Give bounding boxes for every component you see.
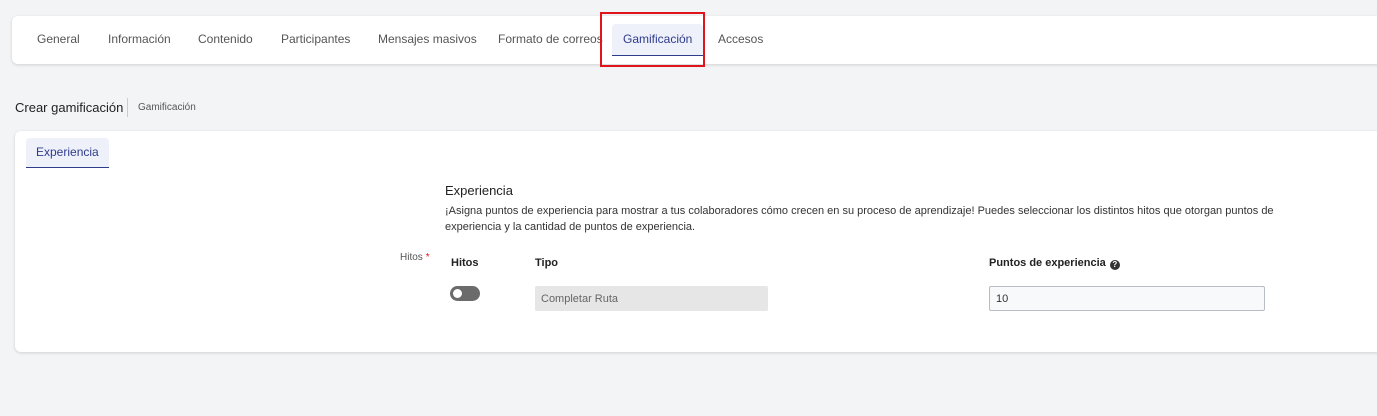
column-header-tipo: Tipo xyxy=(535,257,559,269)
puntos-header-text: Puntos de experiencia xyxy=(989,257,1106,269)
page-title: Crear gamificación xyxy=(15,100,124,115)
puntos-experiencia-input[interactable] xyxy=(989,286,1265,311)
tab-participantes[interactable]: Participantes xyxy=(281,16,350,64)
tab-informacion[interactable]: Información xyxy=(108,16,171,64)
tab-experiencia[interactable]: Experiencia xyxy=(26,138,109,168)
column-header-hitos: Hitos xyxy=(451,257,479,269)
gamification-card: Experiencia Experiencia ¡Asigna puntos d… xyxy=(15,131,1377,352)
tab-accesos[interactable]: Accesos xyxy=(718,16,763,64)
tab-formato-de-correos[interactable]: Formato de correos xyxy=(498,16,603,64)
hitos-label-text: Hitos xyxy=(400,252,423,263)
hito-toggle[interactable] xyxy=(450,286,480,301)
toggle-knob xyxy=(453,289,462,298)
breadcrumb-divider xyxy=(127,98,128,117)
tab-mensajes-masivos[interactable]: Mensajes masivos xyxy=(378,16,477,64)
section-tabs-bar: General Información Contenido Participan… xyxy=(12,16,1377,64)
column-header-puntos: Puntos de experiencia? xyxy=(989,257,1120,270)
tab-gamificacion[interactable]: Gamificación xyxy=(612,24,704,56)
breadcrumb: Gamificación xyxy=(138,102,196,113)
section-title: Experiencia xyxy=(445,183,513,198)
tab-contenido[interactable]: Contenido xyxy=(198,16,253,64)
tipo-field[interactable] xyxy=(535,286,768,311)
question-circle-icon[interactable]: ? xyxy=(1109,260,1120,270)
hitos-field-label: Hitos * xyxy=(400,252,430,263)
tab-general[interactable]: General xyxy=(37,16,80,64)
required-mark: * xyxy=(425,252,430,263)
section-description: ¡Asigna puntos de experiencia para mostr… xyxy=(445,205,1274,233)
